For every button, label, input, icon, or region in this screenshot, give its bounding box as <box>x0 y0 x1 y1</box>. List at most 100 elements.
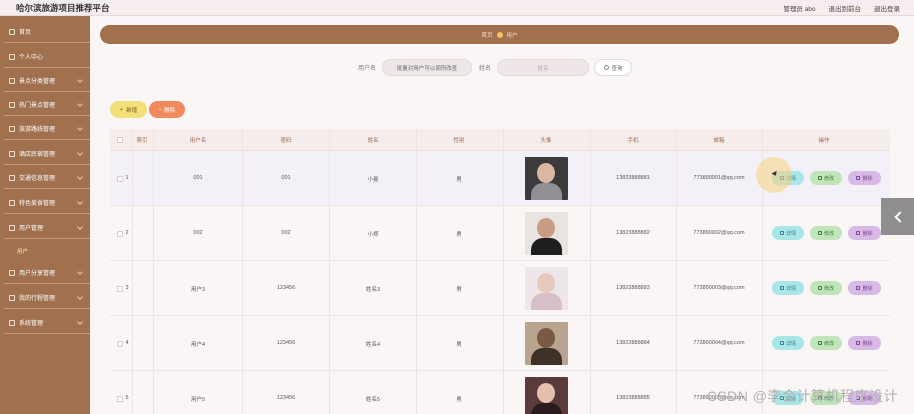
table-row: 3 用户3 123456 姓名3 男 13823888883 773890003… <box>110 261 890 316</box>
edit-button[interactable]: 修改 <box>810 226 842 240</box>
username-label: 用户名 <box>358 66 377 72</box>
chevron-down-icon <box>77 319 83 325</box>
sidebar-item-spot-category[interactable]: 景点分类管理 <box>4 70 90 92</box>
cell-phone: 13823888884 <box>616 340 650 346</box>
cell-index: 4 <box>125 340 129 346</box>
search-button-label: 查询 <box>611 65 623 72</box>
col-username: 用户名 <box>189 138 207 144</box>
sidebar-item-label: 旅游路线管理 <box>19 127 56 133</box>
cell-email: 773890001@qq.com <box>693 175 745 181</box>
chevron-left-icon <box>893 210 906 223</box>
chevron-down-icon <box>77 199 83 205</box>
col-index: 索引 <box>136 138 148 144</box>
edit-icon <box>817 176 822 180</box>
delete-button-label: 删除 <box>163 107 175 114</box>
cell-username: 用户4 <box>190 342 206 348</box>
sidebar-item-itinerary[interactable]: 我的行程管理 <box>4 287 90 309</box>
cell-name: 姓名4 <box>365 342 381 348</box>
breadcrumb-current: 用户 <box>506 32 518 39</box>
row-checkbox[interactable] <box>117 341 123 347</box>
edit-button[interactable]: 修改 <box>810 171 842 185</box>
cell-name: 小曼 <box>367 177 379 183</box>
sidebar-item-label: 个人中心 <box>19 55 44 61</box>
sidebar-item-food[interactable]: 特色美食管理 <box>4 192 90 214</box>
chevron-down-icon <box>77 269 83 275</box>
top-bar: 哈尔滨旅游项目推荐平台 管理员 abo 退出到前台 退出登录 <box>0 0 914 16</box>
delete-button[interactable]: 删除 <box>848 171 881 185</box>
search-button[interactable]: 查询 <box>594 59 633 76</box>
logout-link[interactable]: 退出登录 <box>874 3 900 13</box>
edit-button[interactable]: 修改 <box>810 336 842 350</box>
batch-delete-button[interactable]: ▫ 删除 <box>149 101 185 118</box>
trash-icon: ▫ <box>159 106 161 113</box>
col-avatar: 头像 <box>540 138 552 144</box>
menu-icon <box>9 319 15 326</box>
delete-button[interactable]: 删除 <box>848 281 881 295</box>
doc-icon <box>779 231 784 235</box>
row-checkbox[interactable] <box>117 286 123 292</box>
sidebar-item-user-shares[interactable]: 用户分享管理 <box>4 262 90 284</box>
col-actions: 操作 <box>818 138 830 144</box>
cell-username: 用户3 <box>190 287 206 293</box>
cell-gender: 男 <box>456 177 462 183</box>
detail-button[interactable]: 详情 <box>772 281 804 295</box>
app-title: 哈尔滨旅游项目推荐平台 <box>16 3 110 13</box>
sidebar-item-hot-spots[interactable]: 热门景点管理 <box>4 94 90 116</box>
sidebar-item-label: 特色美食管理 <box>19 201 56 207</box>
menu-icon <box>9 101 15 108</box>
sidebar-item-home[interactable]: 首页 <box>4 21 90 43</box>
cell-email: 773890004@qq.com <box>693 340 745 346</box>
menu-icon <box>9 174 15 181</box>
edit-button[interactable]: 修改 <box>810 281 842 295</box>
breadcrumb: 首页 用户 <box>100 25 899 44</box>
username-input[interactable]: 批量对用户可以调剂改查 <box>382 59 473 76</box>
breadcrumb-home[interactable]: 首页 <box>481 31 492 39</box>
col-phone: 手机 <box>627 138 639 144</box>
row-checkbox[interactable] <box>117 176 123 182</box>
cell-phone: 13823888881 <box>616 175 650 181</box>
row-checkbox[interactable] <box>117 396 123 402</box>
add-button[interactable]: + 新增 <box>110 101 147 118</box>
cell-phone: 13823888883 <box>616 285 650 291</box>
avatar <box>525 267 568 310</box>
trash-icon <box>856 176 861 180</box>
collapse-panel-button[interactable] <box>881 198 914 235</box>
sidebar-subitem-users[interactable]: 用户 <box>17 247 28 255</box>
cell-username: 用户5 <box>190 397 206 403</box>
menu-icon <box>9 199 15 206</box>
cell-password: 002 <box>281 230 291 236</box>
sidebar-item-routes[interactable]: 旅游路线管理 <box>4 118 90 140</box>
sidebar-item-users[interactable]: 用户管理 <box>4 217 90 239</box>
home-icon <box>9 28 15 35</box>
chevron-down-icon <box>77 77 83 83</box>
menu-icon <box>9 150 15 157</box>
cell-name: 姓名5 <box>365 397 381 403</box>
search-row: 用户名 批量对用户可以调剂改查 姓名 姓名 查询 <box>358 59 633 76</box>
chevron-down-icon <box>77 224 83 230</box>
cell-password: 001 <box>281 175 291 181</box>
chevron-down-icon <box>77 101 83 107</box>
cell-index: 3 <box>125 285 129 291</box>
col-password: 密码 <box>280 138 292 144</box>
sidebar-item-profile[interactable]: 个人中心 <box>4 46 90 68</box>
cell-email: 773890003@qq.com <box>693 285 745 291</box>
name-input[interactable]: 姓名 <box>497 59 590 76</box>
exit-to-frontend-link[interactable]: 退出到前台 <box>829 3 862 13</box>
delete-button[interactable]: 删除 <box>848 226 881 240</box>
row-checkbox[interactable] <box>117 231 123 237</box>
edit-icon <box>817 231 822 235</box>
select-all-checkbox[interactable] <box>117 137 123 143</box>
sidebar-item-hotels[interactable]: 酒店民宿管理 <box>4 143 90 165</box>
sidebar-item-system[interactable]: 系统管理 <box>4 312 90 334</box>
username-input-value: 批量对用户可以调剂改查 <box>396 65 458 72</box>
avatar <box>525 157 568 200</box>
top-links: 管理员 abo 退出到前台 退出登录 <box>783 3 900 13</box>
sidebar-item-transport[interactable]: 交通信息管理 <box>4 167 90 189</box>
avatar <box>525 322 568 365</box>
table-row: 4 用户4 123456 姓名4 男 13823888884 773890004… <box>110 316 890 371</box>
sidebar: 首页 个人中心 景点分类管理 热门景点管理 旅游路线管理 酒店民宿管理 交通信息… <box>0 16 90 414</box>
detail-button[interactable]: 详情 <box>772 336 804 350</box>
detail-button[interactable]: 详情 <box>772 226 804 240</box>
cell-index: 5 <box>125 395 129 401</box>
delete-button[interactable]: 删除 <box>848 336 881 350</box>
